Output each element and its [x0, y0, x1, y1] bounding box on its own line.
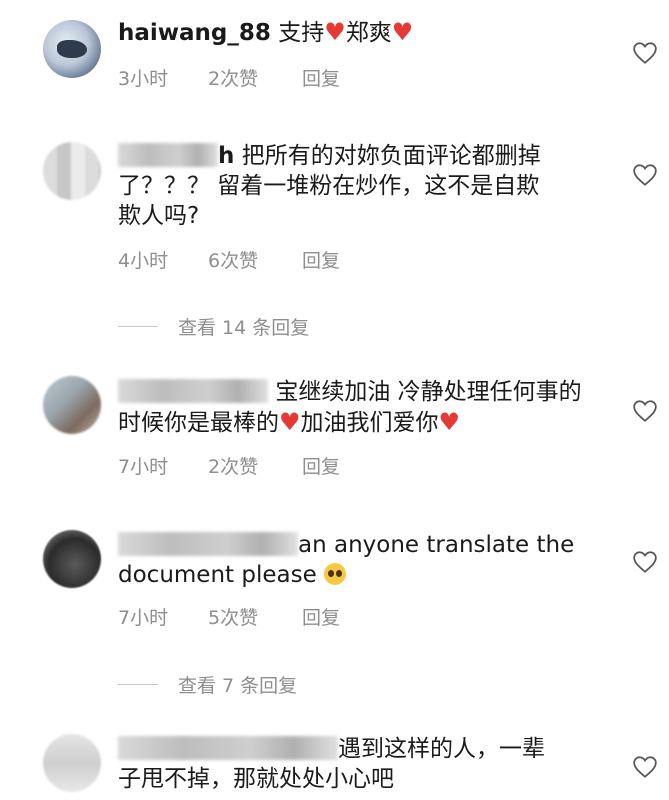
like-heart-icon[interactable] [632, 41, 669, 69]
comment-text: haiwang_88 支持♥郑爽♥ [118, 18, 414, 46]
like-heart-icon[interactable] [632, 399, 669, 427]
avatar[interactable] [43, 734, 101, 792]
red-heart-emoji: ♥ [324, 18, 346, 46]
username[interactable]: haiwang_88 [118, 20, 271, 46]
red-heart-emoji: ♥ [279, 408, 301, 436]
like-count[interactable]: 5次赞 [208, 603, 302, 630]
divider-line [118, 684, 158, 685]
redacted-username [118, 532, 298, 556]
comment-meta: 7小时 5次赞 回复 [118, 603, 340, 630]
view-replies-button[interactable]: 查看 7 条回复 [118, 671, 297, 698]
comment-meta: 4小时 6次赞 回复 [118, 246, 340, 273]
timestamp: 7小时 [118, 607, 169, 629]
comment-text: 遇到这样的人，一辈 子甩不掉，那就处处小心吧 [118, 736, 545, 792]
redacted-username [118, 379, 268, 403]
like-heart-icon[interactable] [632, 163, 669, 191]
reply-button[interactable]: 回复 [302, 452, 340, 479]
avatar[interactable] [43, 20, 101, 78]
comment-text: h 把所有的对妳负面评论都删掉 了？？？ 留着一堆粉在炒作，这不是自欺 欺人吗? [118, 143, 541, 229]
comment-meta: 7小时 2次赞 回复 [118, 452, 340, 479]
comment-meta: 3小时 2次赞 回复 [118, 64, 340, 91]
like-count[interactable]: 2次赞 [208, 64, 302, 91]
redacted-username [118, 736, 338, 760]
red-heart-emoji: ♥ [438, 408, 461, 436]
like-heart-icon[interactable] [632, 550, 669, 578]
avatar[interactable] [43, 530, 101, 588]
like-count[interactable]: 2次赞 [208, 452, 302, 479]
red-heart-emoji: ♥ [391, 18, 414, 46]
pleading-face-emoji [324, 563, 347, 585]
redacted-username [118, 143, 218, 167]
timestamp: 4小时 [118, 250, 169, 272]
reply-button[interactable]: 回复 [302, 64, 340, 91]
comment-text: 宝继续加油 冷静处理任何事的 时候你是最棒的♥加油我们爱你♥ [118, 379, 582, 436]
reply-button[interactable]: 回复 [302, 603, 340, 630]
like-count[interactable]: 6次赞 [208, 246, 302, 273]
avatar[interactable] [43, 376, 101, 434]
view-replies-button[interactable]: 查看 14 条回复 [118, 313, 309, 340]
timestamp: 7小时 [118, 456, 169, 478]
reply-button[interactable]: 回复 [302, 246, 340, 273]
comment-text: an anyone translate the document please [118, 532, 575, 588]
divider-line [118, 326, 158, 327]
timestamp: 3小时 [118, 68, 169, 90]
avatar[interactable] [43, 142, 101, 200]
like-heart-icon[interactable] [632, 755, 669, 783]
